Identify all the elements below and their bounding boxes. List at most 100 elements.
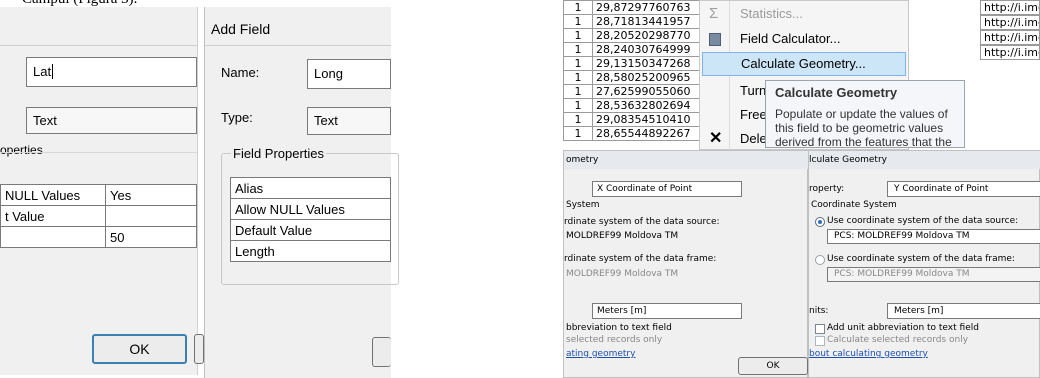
url-cell[interactable]: http://i.img	[980, 45, 1040, 60]
id-cell[interactable]: 1	[563, 28, 593, 43]
selected-only-label[interactable]: selected records only	[566, 335, 662, 345]
property-label: t Value	[0, 205, 106, 227]
source-label: rdinate system of the data source:	[564, 217, 720, 227]
ok-button[interactable]: OK	[92, 334, 187, 364]
url-cell[interactable]: http://i.img	[980, 0, 1040, 15]
menu-item-calculate-geometry[interactable]: Calculate Geometry...	[702, 52, 906, 76]
selected-only-label[interactable]: Calculate selected records only	[827, 335, 968, 345]
table-row[interactable]: 1 29,08354510410	[563, 112, 704, 127]
property-value[interactable]	[105, 205, 197, 227]
menu-item-label: Calculate Geometry...	[741, 56, 866, 71]
menu-item-label: Field Calculator...	[740, 31, 841, 46]
menu-item-field-calculator[interactable]: Field Calculator...	[700, 28, 910, 50]
calculate-geometry-dialog-right: lculate Geometry roperty: Y Coordinate o…	[808, 150, 1040, 378]
value-cell[interactable]: 27,62599055060	[592, 84, 704, 99]
source-value: PCS: MOLDREF99 Moldova TM	[827, 229, 1040, 244]
cancel-button-partial[interactable]	[194, 334, 204, 364]
id-cell[interactable]: 1	[563, 14, 593, 29]
type-select[interactable]: Text	[307, 107, 391, 135]
menu-item-label: Turn	[740, 83, 767, 98]
coordinate-system-label: System	[566, 200, 600, 210]
value-cell[interactable]: 29,13150347268	[592, 56, 704, 71]
url-cell[interactable]: http://i.img	[980, 30, 1040, 45]
property-label: NULL Values	[0, 184, 106, 206]
id-cell[interactable]: 1	[563, 42, 593, 57]
value-cell[interactable]: 29,08354510410	[592, 112, 704, 127]
value-cell[interactable]: 28,58025200965	[592, 70, 704, 85]
property-select[interactable]: Y Coordinate of Point	[887, 181, 1040, 197]
value-cell[interactable]: 28,53632802694	[592, 98, 704, 113]
table-row[interactable]: t Value	[0, 205, 197, 227]
name-input[interactable]: Long	[307, 59, 391, 89]
units-select-value: Meters [m]	[597, 306, 647, 316]
property-select-value: Y Coordinate of Point	[894, 184, 989, 194]
table-row[interactable]: 1 28,24030764999	[563, 42, 704, 57]
units-select[interactable]: Meters [m]	[887, 303, 1040, 319]
property-select-value: X Coordinate of Point	[597, 184, 693, 194]
table-row[interactable]: 50	[0, 226, 197, 248]
field-properties-dialog-left: Lat Text operties NULL Values Yes t Valu…	[0, 7, 204, 375]
table-row[interactable]: Default Value	[230, 219, 391, 241]
property-label	[0, 226, 106, 248]
id-cell[interactable]: 1	[563, 84, 593, 99]
type-label: Type:	[221, 110, 253, 125]
type-select-value: Text	[314, 113, 338, 128]
table-row[interactable]: Alias	[230, 177, 391, 199]
divider	[0, 45, 197, 46]
name-input[interactable]: Lat	[26, 57, 197, 87]
calculate-geometry-tooltip: Calculate Geometry Populate or update th…	[765, 80, 965, 148]
title-bar	[564, 151, 809, 169]
table-row[interactable]: 1 29,87297760763	[563, 0, 704, 15]
table-row[interactable]: 1 28,71813441957	[563, 14, 704, 29]
id-cell[interactable]: 1	[563, 56, 593, 71]
units-select[interactable]: Meters [m]	[592, 303, 742, 319]
table-row[interactable]: NULL Values Yes	[0, 184, 197, 206]
table-row[interactable]: 1 27,62599055060	[563, 84, 704, 99]
table-row[interactable]: 1 28,65544892267	[563, 126, 704, 141]
ok-button-partial[interactable]	[372, 337, 391, 367]
property-value[interactable]: 50	[105, 226, 197, 248]
frame-radio[interactable]	[815, 255, 825, 265]
delete-x-icon: ✕	[709, 130, 723, 147]
units-select-value: Meters [m]	[894, 306, 944, 316]
property-value[interactable]: Yes	[105, 184, 197, 206]
id-cell[interactable]: 1	[563, 126, 593, 141]
url-cell[interactable]: http://i.img	[980, 15, 1040, 30]
group-border	[0, 152, 197, 153]
selected-only-checkbox[interactable]	[815, 336, 825, 346]
type-select[interactable]: Text	[26, 107, 197, 134]
table-row[interactable]: 1 28,53632802694	[563, 98, 704, 113]
id-cell[interactable]: 1	[563, 112, 593, 127]
id-cell[interactable]: 1	[563, 0, 593, 15]
abbrev-checkbox[interactable]	[815, 324, 825, 334]
sigma-icon: Σ	[709, 5, 719, 22]
table-row[interactable]: Length	[230, 240, 391, 262]
units-label: nits:	[809, 306, 829, 316]
menu-item-statistics[interactable]: Σ Statistics...	[700, 3, 910, 25]
table-row[interactable]: 1 28,20520298770	[563, 28, 704, 43]
frame-value: MOLDREF99 Moldova TM	[566, 269, 679, 279]
abbrev-checkbox-label[interactable]: Add unit abbreviation to text field	[827, 323, 979, 333]
property-select[interactable]: X Coordinate of Point	[592, 181, 742, 197]
table-row[interactable]: 1 28,58025200965	[563, 70, 704, 85]
id-cell[interactable]: 1	[563, 98, 593, 113]
ok-button[interactable]: OK	[738, 357, 808, 375]
field-properties-group-title: Field Properties	[231, 146, 327, 161]
about-link[interactable]: bout calculating geometry	[809, 349, 928, 359]
coordinate-system-label: Coordinate System	[811, 200, 897, 210]
source-radio[interactable]	[815, 217, 825, 227]
value-cell[interactable]: 28,24030764999	[592, 42, 704, 57]
tooltip-body: Populate or update the values of this fi…	[775, 107, 952, 148]
frame-label[interactable]: Use coordinate system of the data frame:	[827, 254, 1015, 264]
source-label[interactable]: Use coordinate system of the data source…	[827, 216, 1018, 226]
table-row[interactable]: 1 29,13150347268	[563, 56, 704, 71]
abbrev-checkbox-label[interactable]: bbreviation to text field	[566, 323, 672, 333]
value-cell[interactable]: 28,71813441957	[592, 14, 704, 29]
table-row[interactable]: Allow NULL Values	[230, 198, 391, 220]
value-cell[interactable]: 29,87297760763	[592, 0, 704, 15]
divider	[205, 45, 391, 46]
value-cell[interactable]: 28,65544892267	[592, 126, 704, 141]
id-cell[interactable]: 1	[563, 70, 593, 85]
value-cell[interactable]: 28,20520298770	[592, 28, 704, 43]
about-link[interactable]: ating geometry	[566, 349, 635, 359]
